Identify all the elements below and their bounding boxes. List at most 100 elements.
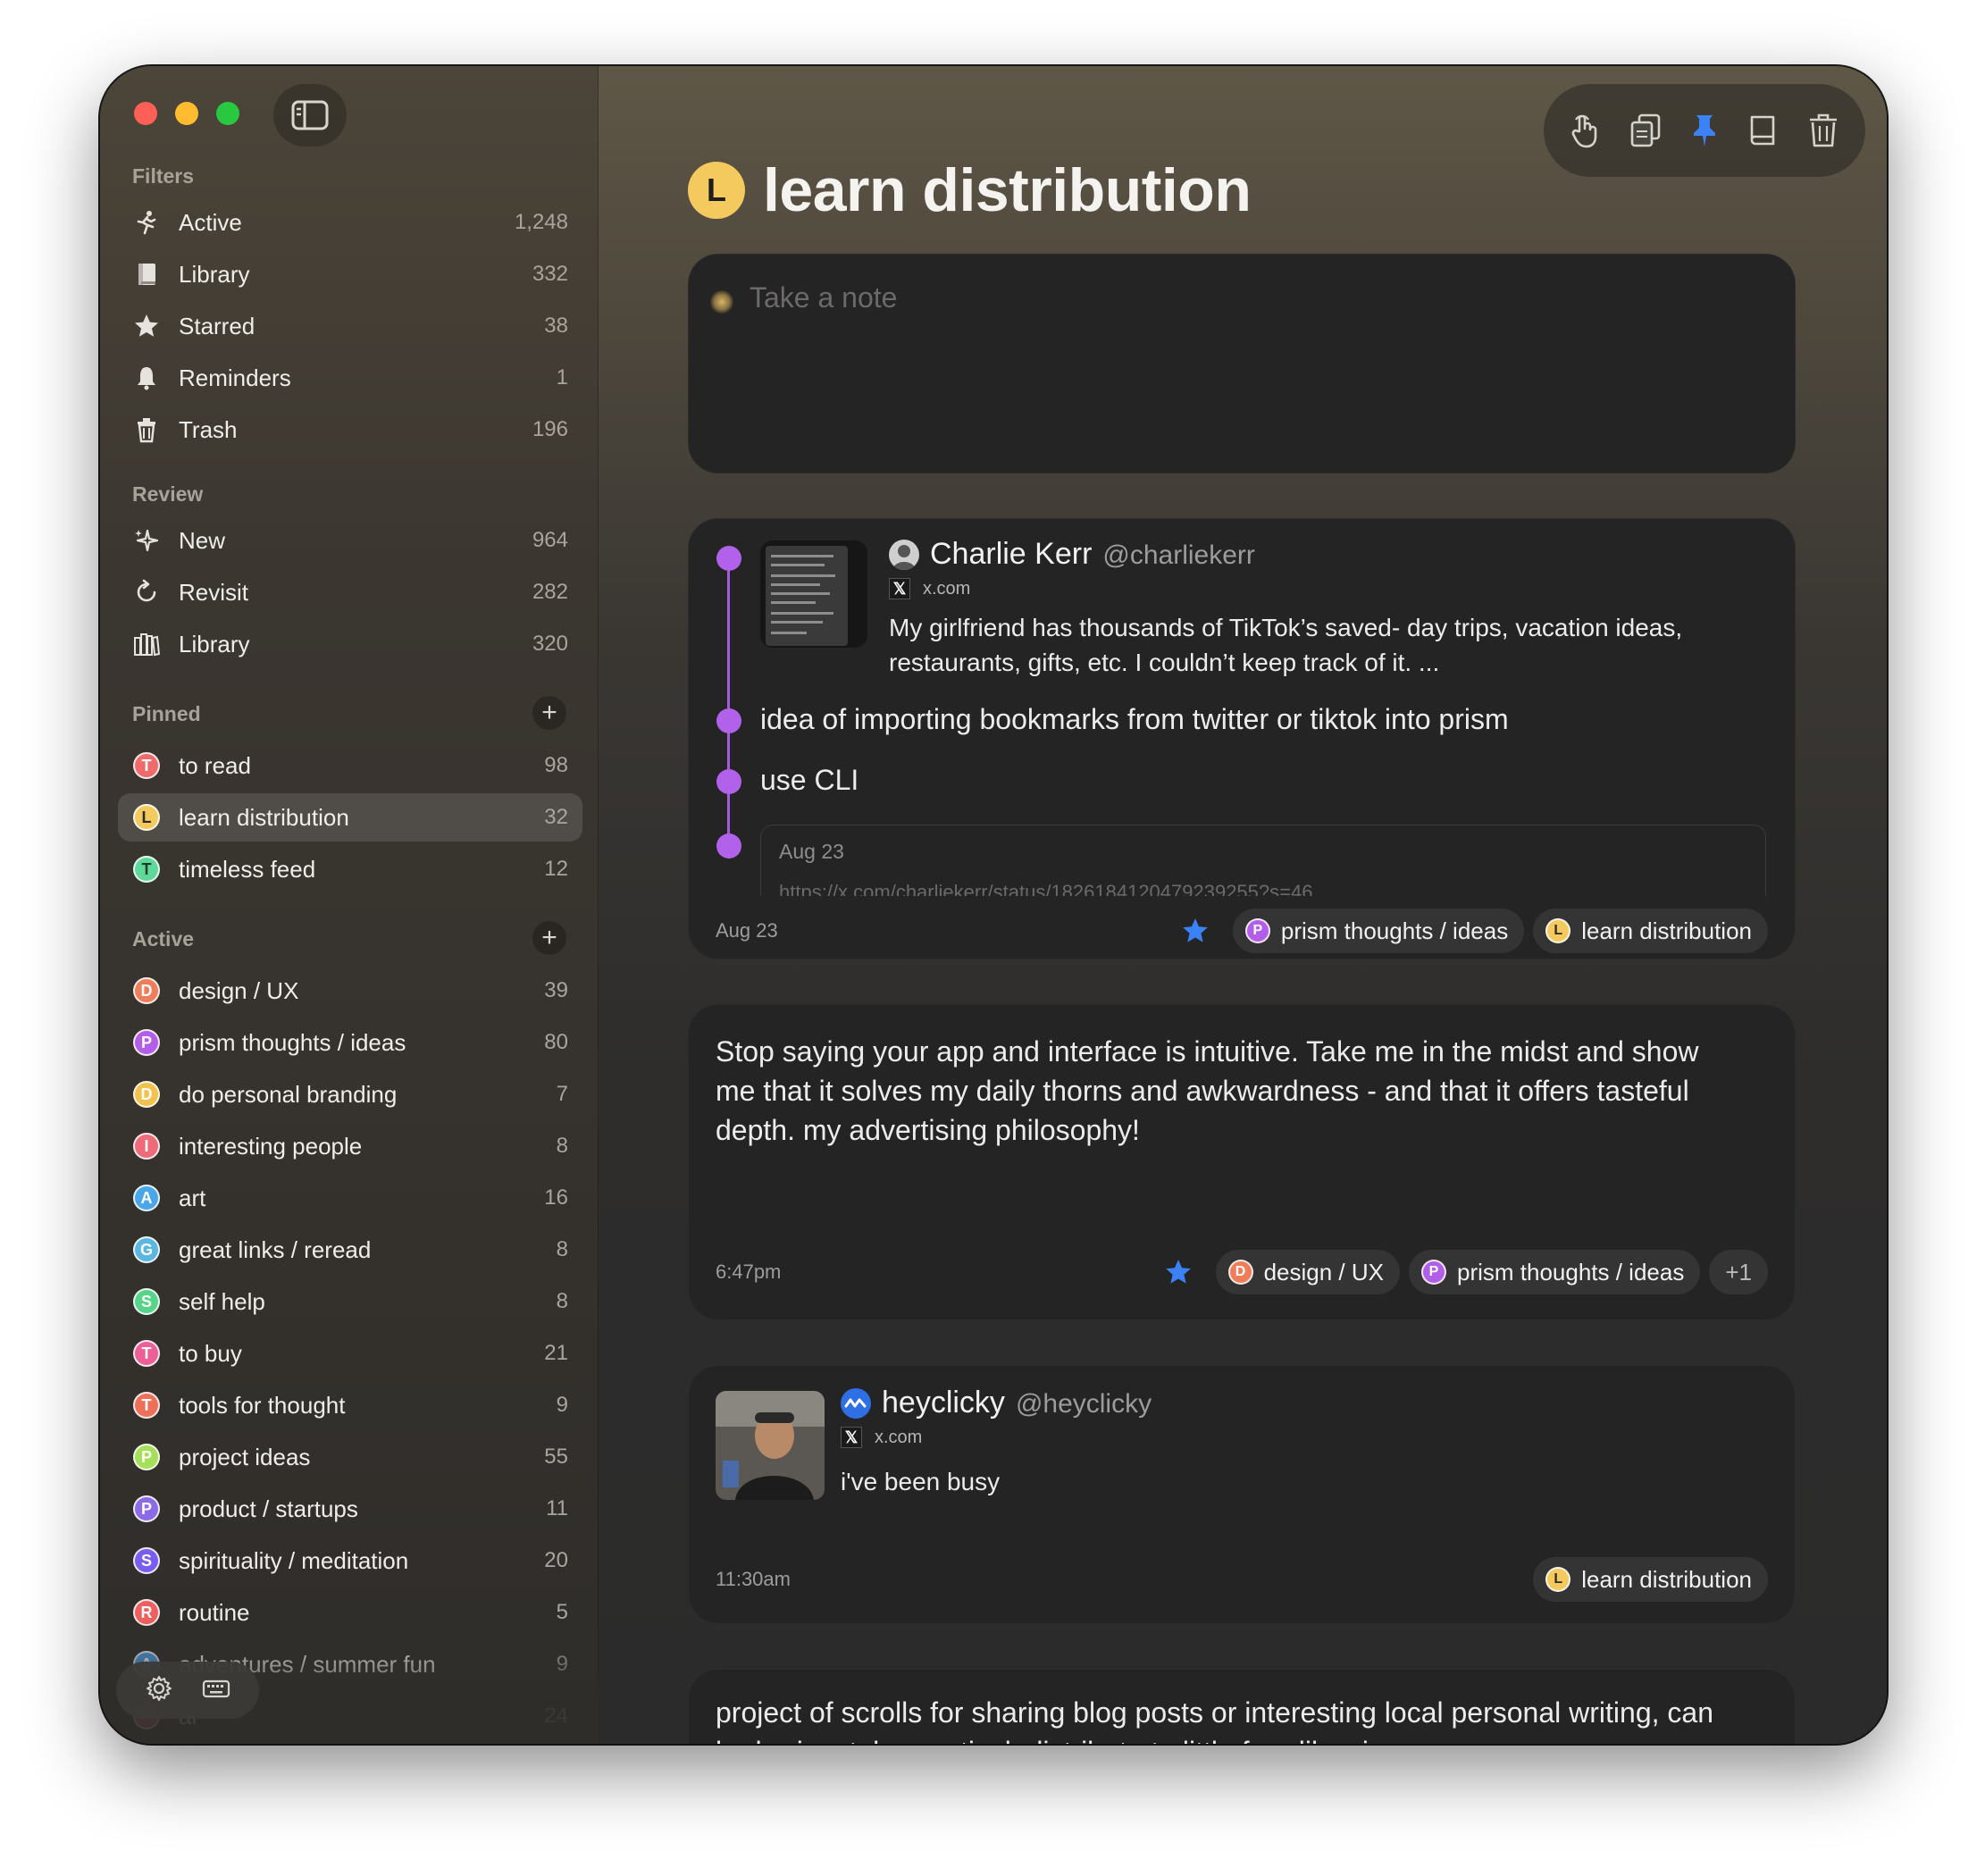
sidebar-item-tag[interactable]: Ddo personal branding 7	[118, 1070, 582, 1118]
thread-dot	[716, 546, 741, 571]
sidebar-item-count: 1	[556, 365, 568, 389]
sidebar-item-review-library[interactable]: Library 320	[118, 620, 582, 668]
sidebar-item-count: 38	[544, 314, 568, 338]
tag-chip[interactable]: L learn distribution	[1533, 909, 1768, 953]
tweet-thumbnail[interactable]	[760, 540, 867, 648]
note-input[interactable]: Take a note	[688, 254, 1796, 473]
gear-icon	[147, 1675, 172, 1701]
sidebar-item-label: tools for thought	[179, 1391, 346, 1419]
note-card[interactable]: Stop saying your app and interface is in…	[688, 1004, 1796, 1320]
sidebar-item-tag[interactable]: Ttools for thought 9	[118, 1381, 582, 1429]
tag-chip[interactable]: P prism thoughts / ideas	[1232, 909, 1525, 953]
sidebar-item-new[interactable]: New 964	[118, 516, 582, 565]
thread-card[interactable]: Charlie Kerr @charliekerr 𝕏 x.com My gir…	[688, 518, 1796, 959]
card-timestamp: Aug 23	[716, 919, 778, 942]
thread-item[interactable]: use CLI	[760, 764, 858, 797]
keyboard-icon	[202, 1679, 230, 1697]
tweet-card[interactable]: heyclicky @heyclicky 𝕏 x.com i've been b…	[688, 1365, 1796, 1624]
sidebar-item-label: self help	[179, 1287, 265, 1315]
star-icon[interactable]	[1164, 1258, 1193, 1286]
sidebar-item-count: 32	[544, 805, 568, 829]
author-name[interactable]: Charlie Kerr	[930, 537, 1092, 572]
tag-letter-badge: L	[1545, 918, 1571, 943]
tag-letter-badge: T	[133, 856, 160, 883]
tweet-image[interactable]	[716, 1391, 825, 1500]
more-tags-chip[interactable]: +1	[1709, 1250, 1768, 1294]
note-indicator-icon	[710, 290, 733, 314]
author-name[interactable]: heyclicky	[882, 1386, 1005, 1420]
pin-button[interactable]	[1682, 108, 1727, 153]
sidebar-item-tag[interactable]: Pprism thoughts / ideas 80	[118, 1018, 582, 1067]
sidebar-item-count: 8	[556, 1289, 568, 1313]
delete-button[interactable]	[1801, 108, 1846, 153]
sidebar-item-tag[interactable]: Aart 16	[118, 1174, 582, 1222]
sidebar-item-tag[interactable]: Ddesign / UX 39	[118, 967, 582, 1015]
sidebar-item-starred[interactable]: Starred 38	[118, 302, 582, 350]
sidebar-item-active[interactable]: Active 1,248	[118, 198, 582, 247]
add-pinned-button[interactable]: +	[532, 696, 566, 730]
sidebar-item-tag[interactable]: Iinteresting people 8	[118, 1122, 582, 1170]
copy-button[interactable]	[1623, 108, 1668, 153]
thread-item[interactable]: idea of importing bookmarks from twitter…	[760, 703, 1509, 736]
tweet-text: i've been busy	[841, 1468, 1001, 1495]
sidebar-item-label: project ideas	[179, 1443, 311, 1470]
sidebar-item-label: Starred	[179, 312, 255, 339]
note-placeholder: Take a note	[750, 281, 898, 314]
tag-chip[interactable]: P prism thoughts / ideas	[1408, 1250, 1701, 1294]
sidebar-item-library[interactable]: Library 332	[118, 250, 582, 298]
tag-letter-badge: G	[133, 1236, 160, 1263]
sidebar-item-tag[interactable]: Pproduct / startups 11	[118, 1485, 582, 1533]
tweet-text: My girlfriend has thousands of TikTok’s …	[889, 610, 1682, 680]
tweet-author: heyclicky @heyclicky	[841, 1386, 1152, 1420]
tag-chip[interactable]: L learn distribution	[1533, 1557, 1768, 1602]
sidebar-item-trash[interactable]: Trash 196	[118, 406, 582, 454]
thread-dot	[716, 833, 741, 858]
note-text-line: be horizontal or vertical, distribute to…	[716, 1732, 1768, 1744]
star-icon[interactable]	[1181, 917, 1210, 945]
sidebar-item-count: 16	[544, 1185, 568, 1210]
quoted-item[interactable]: Aug 23 https://x.com/charliekerr/status/…	[760, 825, 1766, 896]
select-button[interactable]	[1563, 108, 1608, 153]
note-text-line: Stop saying your app and interface is in…	[716, 1035, 1699, 1068]
source-domain[interactable]: x.com	[923, 579, 970, 599]
sidebar-item-timeless-feed[interactable]: T timeless feed 12	[118, 845, 582, 893]
sidebar-item-learn-distribution[interactable]: L learn distribution 32	[118, 793, 582, 842]
sidebar-toggle-button[interactable]	[273, 84, 347, 147]
zoom-window-button[interactable]	[216, 102, 239, 125]
sidebar-item-count: 7	[556, 1082, 568, 1106]
note-card[interactable]: project of scrolls for sharing blog post…	[688, 1669, 1796, 1744]
plus-icon: +	[541, 698, 557, 727]
tag-letter-badge: S	[133, 1547, 160, 1574]
sidebar-item-to-read[interactable]: T to read 98	[118, 741, 582, 790]
x-logo-icon: 𝕏	[841, 1427, 862, 1448]
sidebar: Filters Active 1,248 Library 332 Starred…	[100, 66, 599, 1744]
settings-button[interactable]	[145, 1674, 173, 1707]
item-toolbar	[1544, 84, 1865, 177]
keyboard-shortcuts-button[interactable]	[202, 1674, 230, 1707]
read-button[interactable]	[1741, 108, 1786, 153]
filters-section-label: Filters	[132, 164, 195, 188]
note-text: project of scrolls for sharing blog post…	[716, 1693, 1768, 1744]
add-active-button[interactable]: +	[532, 921, 566, 955]
sidebar-item-tag[interactable]: Sspirituality / meditation 20	[118, 1537, 582, 1585]
tag-chip[interactable]: D design / UX	[1215, 1250, 1400, 1294]
sidebar-item-tag[interactable]: Pproject ideas 55	[118, 1433, 582, 1481]
tag-letter-badge: I	[133, 1133, 160, 1160]
sidebar-item-label: New	[179, 526, 226, 554]
refresh-icon	[132, 578, 161, 607]
sidebar-item-tag[interactable]: Rroutine 5	[118, 1588, 582, 1637]
sidebar-item-tag[interactable]: Tto buy 21	[118, 1329, 582, 1378]
minimize-window-button[interactable]	[175, 102, 198, 125]
sidebar-item-reminders[interactable]: Reminders 1	[118, 354, 582, 402]
close-window-button[interactable]	[134, 102, 157, 125]
sidebar-item-revisit[interactable]: Revisit 282	[118, 568, 582, 616]
sidebar-item-label: Active	[179, 208, 242, 236]
sidebar-item-tag[interactable]: Sself help 8	[118, 1277, 582, 1326]
card-footer: 6:47pm D design / UX P prism thoughts / …	[716, 1250, 1768, 1294]
sidebar-item-count: 55	[544, 1445, 568, 1469]
sidebar-item-count: 11	[546, 1496, 568, 1520]
source-domain[interactable]: x.com	[875, 1428, 922, 1448]
sidebar-item-tag[interactable]: Ggreat links / reread 8	[118, 1226, 582, 1274]
sidebar-item-count: 21	[544, 1341, 568, 1365]
sidebar-item-count: 39	[544, 978, 568, 1002]
